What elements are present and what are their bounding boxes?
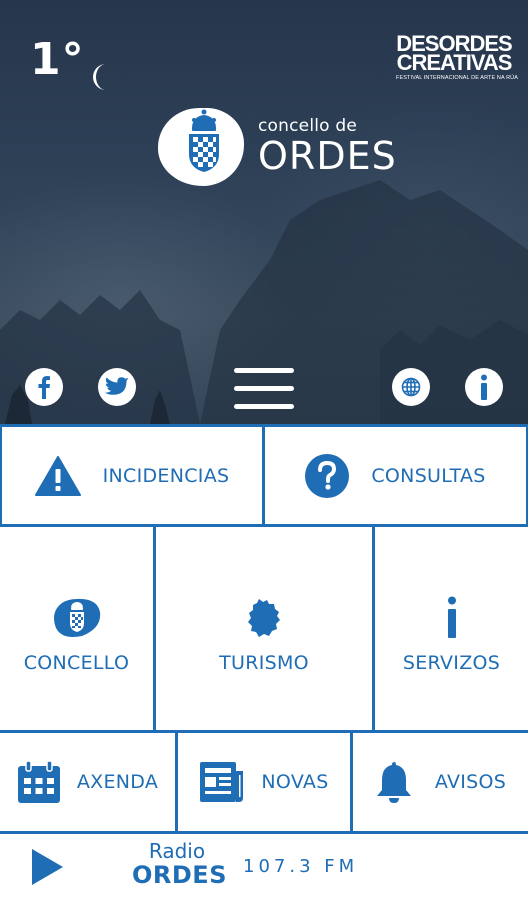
tile-avisos-label: AVISOS <box>434 771 507 793</box>
temperature: 1° <box>30 34 85 85</box>
radio-frequency: 107.3 FM <box>243 856 359 877</box>
warning-icon <box>34 455 81 496</box>
menu-bar <box>234 368 294 373</box>
bell-icon <box>376 762 411 803</box>
warning-icon-wrap <box>34 455 81 496</box>
twitter-icon <box>105 377 129 395</box>
radio-word: Radio <box>148 839 206 863</box>
facebook-icon <box>38 376 50 399</box>
newspaper-icon-wrap <box>199 761 245 803</box>
menu-bar <box>234 404 294 409</box>
question-icon <box>305 453 350 498</box>
moon-icon <box>93 64 106 90</box>
tile-turismo-label: TURISMO <box>219 651 309 674</box>
play-icon[interactable] <box>30 848 64 886</box>
calendar-icon-wrap <box>17 760 61 804</box>
tile-novas-label: NOVAS <box>261 771 329 793</box>
tile-consultas-label: CONSULTAS <box>371 464 486 487</box>
radio-name: ORDES <box>132 861 227 889</box>
concello-shield-icon <box>53 598 100 637</box>
menu-button[interactable] <box>234 368 294 410</box>
tile-novas[interactable]: NOVAS <box>178 733 350 831</box>
tile-axenda[interactable]: AXENDA <box>0 733 175 831</box>
tile-concello[interactable]: CONCELLO <box>0 527 153 730</box>
menu-grid: INCIDENCIAS CONSULTAS CONCELLO TURISMO S… <box>0 424 528 834</box>
tile-consultas[interactable]: CONSULTAS <box>265 427 526 524</box>
tile-avisos[interactable]: AVISOS <box>353 733 528 831</box>
logo-name: ORDES <box>258 134 397 178</box>
facebook-button[interactable] <box>25 368 63 406</box>
info-i-icon <box>447 596 456 638</box>
festival-tagline: FESTIVAL INTERNACIONAL DE ARTE NA RÚA <box>396 75 518 81</box>
coat-of-arms-icon <box>189 109 219 172</box>
web-button[interactable] <box>392 368 430 406</box>
tile-servizos[interactable]: SERVIZOS <box>375 527 528 730</box>
radio-ordes-logo: Radio ORDES <box>132 839 227 896</box>
calendar-icon <box>17 760 60 803</box>
festival-title-line2: CREATIVAS <box>396 50 513 75</box>
map-region-icon <box>248 598 280 637</box>
tile-incidencias[interactable]: INCIDENCIAS <box>2 427 262 524</box>
info-icon <box>481 374 487 400</box>
hero-banner: 1° DESORDES CREATIVAS FESTIVAL INTERNACI… <box>0 0 528 424</box>
bell-icon-wrap <box>375 760 413 804</box>
newspaper-icon <box>200 762 244 802</box>
concello-icon-wrap <box>52 584 102 638</box>
desordes-creativas-logo[interactable]: DESORDES CREATIVAS FESTIVAL INTERNACIONA… <box>396 33 518 82</box>
tile-servizos-label: SERVIZOS <box>402 651 501 674</box>
tile-incidencias-label: INCIDENCIAS <box>102 464 230 487</box>
info-button[interactable] <box>465 368 503 406</box>
tile-concello-label: CONCELLO <box>23 651 130 674</box>
twitter-button[interactable] <box>98 368 136 406</box>
turismo-icon-wrap <box>247 584 281 638</box>
question-icon-wrap <box>305 453 350 498</box>
globe-icon <box>401 377 421 397</box>
tile-axenda-label: AXENDA <box>76 771 159 793</box>
servizos-icon-wrap <box>446 584 458 638</box>
weather-widget[interactable]: 1° <box>30 34 106 90</box>
concello-ordes-logo: concello de ORDES <box>158 104 398 188</box>
menu-bar <box>234 386 294 391</box>
logo-subtitle: concello de <box>258 116 358 136</box>
tile-turismo[interactable]: TURISMO <box>156 527 372 730</box>
radio-player: Radio ORDES 107.3 FM <box>0 834 528 900</box>
